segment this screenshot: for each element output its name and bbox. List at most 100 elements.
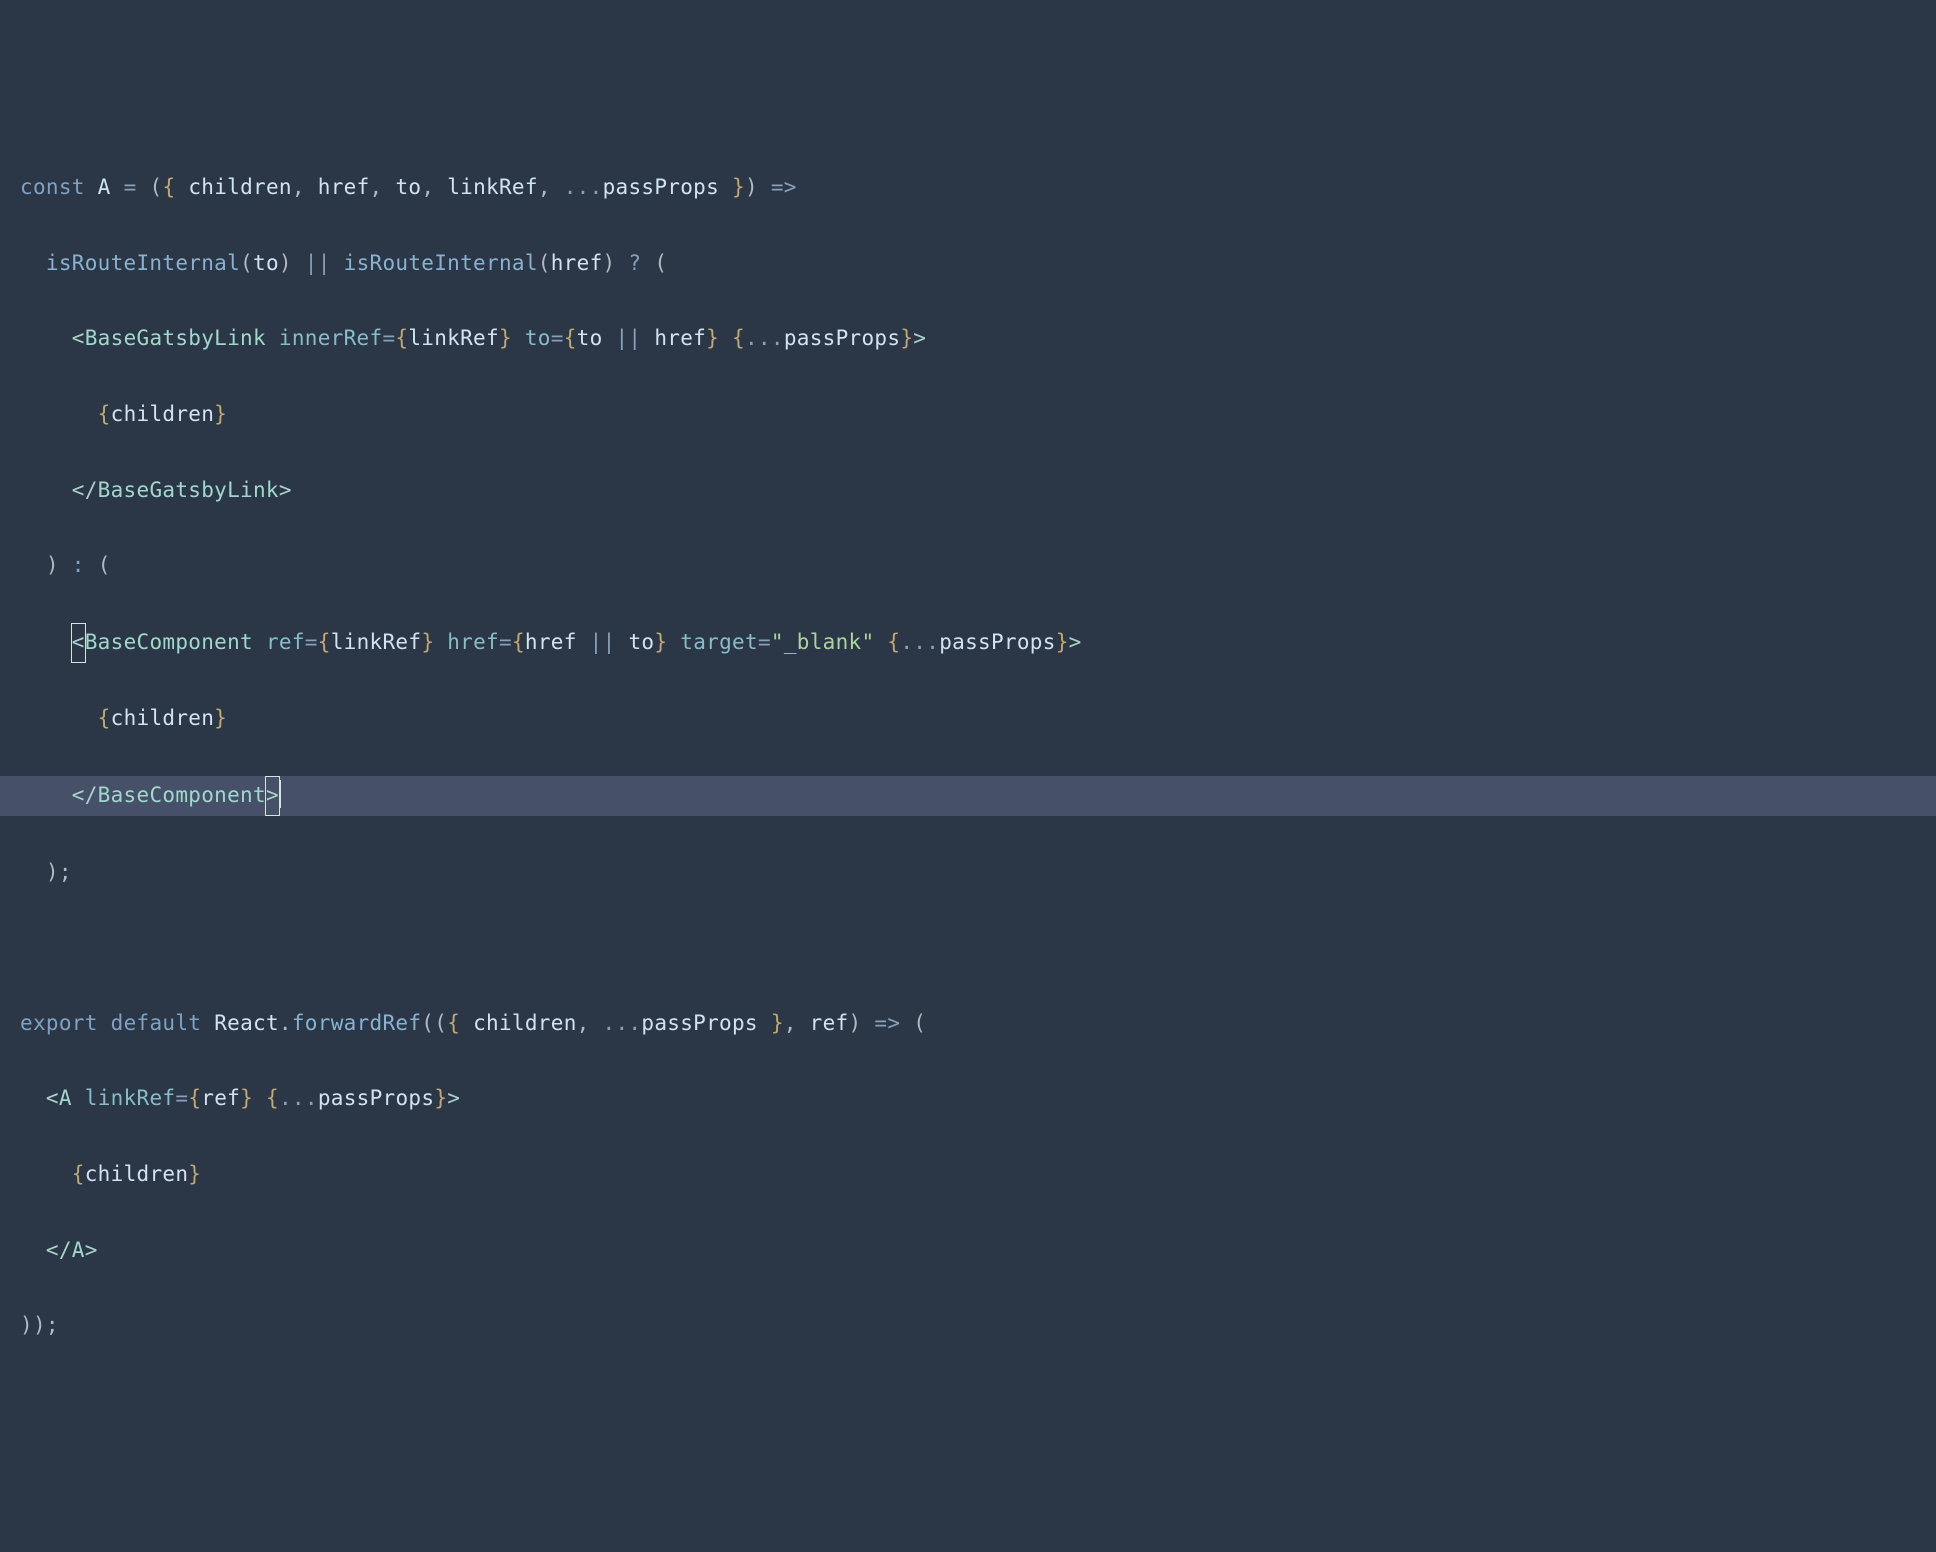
var: children: [111, 706, 215, 730]
space: [512, 326, 525, 350]
code-line-2[interactable]: isRouteInternal(to) || isRouteInternal(h…: [20, 245, 1916, 283]
param-ref: ref: [810, 1011, 849, 1035]
eq: =: [551, 326, 564, 350]
code-line-10[interactable]: );: [20, 854, 1916, 892]
space: [253, 630, 266, 654]
eq: =: [382, 326, 395, 350]
code-line-3[interactable]: <BaseGatsbyLink innerRef={linkRef} to={t…: [20, 320, 1916, 358]
brace-open: {: [564, 326, 577, 350]
code-line-1[interactable]: const A = ({ children, href, to, linkRef…: [20, 169, 1916, 207]
comma: ,: [421, 175, 447, 199]
var: ref: [201, 1086, 240, 1110]
jsx-open: </: [72, 783, 98, 807]
space: [266, 326, 279, 350]
semicolon: ;: [46, 1313, 59, 1337]
param-passProps: passProps: [641, 1011, 758, 1035]
brace-close: }: [1056, 630, 1069, 654]
keyword-export: export: [20, 1011, 98, 1035]
spread: ...: [603, 1011, 642, 1035]
code-line-12[interactable]: export default React.forwardRef(({ child…: [20, 1005, 1916, 1043]
operator-or: ||: [603, 326, 655, 350]
eq: =: [305, 630, 318, 654]
jsx-close-cursor: >: [265, 776, 280, 816]
space: [253, 1086, 266, 1110]
eq: =: [499, 630, 512, 654]
code-line-8[interactable]: {children}: [20, 700, 1916, 738]
code-line-7[interactable]: <BaseComponent ref={linkRef} href={href …: [20, 623, 1916, 663]
jsx-close: >: [1069, 630, 1082, 654]
brace-open: {: [887, 630, 900, 654]
brace-close: }: [214, 402, 227, 426]
code-line-14[interactable]: {children}: [20, 1156, 1916, 1194]
var: to: [577, 326, 603, 350]
comma: ,: [577, 1011, 603, 1035]
brace-close: }: [240, 1086, 253, 1110]
jsx-attr: innerRef: [279, 326, 383, 350]
jsx-close: >: [913, 326, 926, 350]
paren-open: (: [149, 175, 162, 199]
spread: ...: [745, 326, 784, 350]
code-line-9-highlighted[interactable]: </BaseComponent>: [0, 776, 1936, 816]
operator-eq: =: [124, 175, 137, 199]
brace-open: {: [266, 1086, 279, 1110]
paren-close: ): [745, 175, 758, 199]
brace-open: {: [98, 706, 111, 730]
jsx-attr: linkRef: [85, 1086, 176, 1110]
jsx-open-cursor: <: [71, 623, 86, 663]
brace-open: {: [72, 1162, 85, 1186]
eq: =: [758, 630, 771, 654]
code-line-15[interactable]: </A>: [20, 1232, 1916, 1270]
string: "_blank": [771, 630, 875, 654]
param-linkRef: linkRef: [447, 175, 538, 199]
jsx-attr: ref: [266, 630, 305, 654]
var: href: [525, 630, 577, 654]
const-name: A: [98, 175, 111, 199]
brace-close: }: [188, 1162, 201, 1186]
ternary-q: ?: [615, 251, 654, 275]
brace-open: {: [732, 326, 745, 350]
code-line-13[interactable]: <A linkRef={ref} {...passProps}>: [20, 1080, 1916, 1118]
space: [201, 1011, 214, 1035]
code-line-16[interactable]: ));: [20, 1307, 1916, 1345]
comma: ,: [292, 175, 318, 199]
paren-open: (: [654, 251, 667, 275]
dot: .: [279, 1011, 292, 1035]
brace-open: {: [318, 630, 331, 654]
var-to: to: [253, 251, 279, 275]
param-passProps: passProps: [603, 175, 720, 199]
code-line-11-blank[interactable]: [20, 929, 1916, 967]
param-href: href: [318, 175, 370, 199]
jsx-open: </: [46, 1238, 72, 1262]
operator-or: ||: [292, 251, 344, 275]
code-line-5[interactable]: </BaseGatsbyLink>: [20, 472, 1916, 510]
method-forwardRef: forwardRef: [292, 1011, 421, 1035]
brace-close: }: [719, 175, 745, 199]
arrow: =>: [861, 1011, 913, 1035]
brace-open: {: [447, 1011, 473, 1035]
brace-open: {: [98, 402, 111, 426]
var-href: href: [551, 251, 603, 275]
comma: ,: [784, 1011, 810, 1035]
jsx-tag-name: BaseGatsbyLink: [98, 478, 279, 502]
brace-close: }: [758, 1011, 784, 1035]
spread: ...: [279, 1086, 318, 1110]
brace-open: {: [162, 175, 188, 199]
space: [719, 326, 732, 350]
semicolon: ;: [59, 860, 72, 884]
paren-close: ): [46, 860, 59, 884]
spread: ...: [564, 175, 603, 199]
brace-open: {: [512, 630, 525, 654]
ident-react: React: [214, 1011, 279, 1035]
paren-close: ): [33, 1313, 46, 1337]
spread: ...: [900, 630, 939, 654]
jsx-open: <: [72, 326, 85, 350]
code-line-6[interactable]: ) : (: [20, 547, 1916, 585]
arrow: =>: [758, 175, 797, 199]
brace-close: }: [214, 706, 227, 730]
var: passProps: [318, 1086, 435, 1110]
jsx-close: >: [85, 1238, 98, 1262]
code-line-4[interactable]: {children}: [20, 396, 1916, 434]
text-cursor-icon: [279, 780, 281, 807]
space: [434, 630, 447, 654]
func-call: isRouteInternal: [46, 251, 240, 275]
